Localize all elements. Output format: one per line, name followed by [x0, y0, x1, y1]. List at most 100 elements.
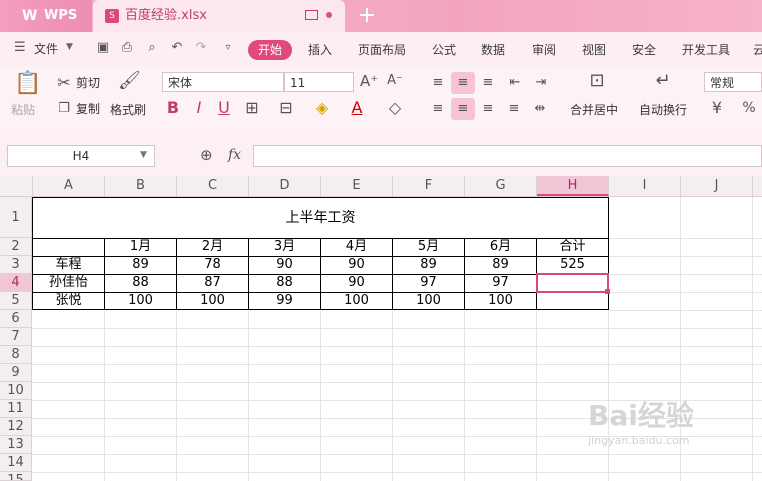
value-cell[interactable]: 100	[105, 292, 176, 310]
row-header[interactable]: 10	[0, 382, 32, 400]
increase-indent-icon[interactable]: ⇥	[533, 74, 549, 92]
new-tab-plus-icon[interactable]: +	[349, 2, 385, 30]
formula-input[interactable]	[253, 145, 762, 167]
name-cell[interactable]: 张悦	[33, 292, 104, 310]
tab-data[interactable]: 数据	[481, 42, 505, 58]
header-cell[interactable]: 合计	[537, 238, 608, 256]
cell-style-icon[interactable]: ⊟	[277, 99, 295, 117]
active-cell-selection[interactable]	[536, 273, 609, 293]
align-top-icon[interactable]: ≡	[431, 74, 445, 92]
column-header[interactable]: B	[105, 176, 177, 196]
justify-icon[interactable]: ≡	[507, 100, 521, 118]
column-header[interactable]: D	[249, 176, 321, 196]
header-cell[interactable]: 5月	[393, 238, 464, 256]
underline-icon[interactable]: U	[217, 99, 231, 117]
row-header[interactable]: 15	[0, 472, 32, 481]
name-box[interactable]: H4	[7, 145, 155, 167]
align-center-icon[interactable]: ≡	[456, 100, 470, 118]
paste-icon[interactable]: 📋	[14, 72, 41, 96]
header-cell[interactable]: 6月	[465, 238, 536, 256]
zoom-search-icon[interactable]: ⊕	[200, 146, 213, 164]
italic-icon[interactable]: I	[192, 99, 206, 117]
row-header[interactable]: 13	[0, 436, 32, 454]
decrease-font-icon[interactable]: A⁻	[386, 72, 404, 90]
column-header[interactable]: G	[465, 176, 537, 196]
tab-security[interactable]: 安全	[632, 42, 656, 58]
select-all-corner[interactable]	[0, 176, 33, 196]
column-header[interactable]: F	[393, 176, 465, 196]
format-painter-button[interactable]: 格式刷	[110, 103, 146, 117]
cut-button[interactable]: 剪切	[76, 76, 100, 90]
header-cell[interactable]: 3月	[249, 238, 320, 256]
copy-button[interactable]: 复制	[76, 102, 100, 116]
font-name-select[interactable]: 宋体	[162, 72, 284, 92]
font-size-select[interactable]: 11	[284, 72, 354, 92]
value-cell[interactable]: 97	[465, 274, 536, 292]
percent-icon[interactable]: %	[740, 99, 758, 117]
number-format-select[interactable]: 常规	[704, 72, 762, 92]
distributed-icon[interactable]: ⇹	[531, 100, 549, 118]
align-right-icon[interactable]: ≡	[481, 100, 495, 118]
value-cell[interactable]: 88	[249, 274, 320, 292]
column-header[interactable]: E	[321, 176, 393, 196]
column-header-selected[interactable]: H	[537, 176, 609, 196]
bold-icon[interactable]: B	[166, 99, 180, 117]
increase-font-icon[interactable]: A⁺	[360, 72, 378, 90]
font-color-icon[interactable]: A	[349, 99, 365, 117]
value-cell[interactable]: 89	[105, 256, 176, 274]
decrease-indent-icon[interactable]: ⇤	[507, 74, 523, 92]
column-header[interactable]: J	[681, 176, 753, 196]
row-header[interactable]: 9	[0, 364, 32, 382]
row-header[interactable]: 12	[0, 418, 32, 436]
header-cell[interactable]: 2月	[177, 238, 248, 256]
fill-handle[interactable]	[605, 289, 610, 294]
wrap-text-icon[interactable]: ↵	[651, 72, 675, 90]
row-header[interactable]: 8	[0, 346, 32, 364]
value-cell[interactable]: 100	[465, 292, 536, 310]
row-header[interactable]: 11	[0, 400, 32, 418]
tab-cloud[interactable]: 云	[753, 42, 762, 58]
value-cell[interactable]: 78	[177, 256, 248, 274]
value-cell[interactable]: 87	[177, 274, 248, 292]
value-cell[interactable]: 90	[321, 274, 392, 292]
name-cell[interactable]: 车程	[33, 256, 104, 274]
format-painter-icon[interactable]: 🖌	[118, 72, 141, 90]
name-cell[interactable]: 孙佳怡	[33, 274, 104, 292]
merge-center-button[interactable]: 合并居中	[570, 103, 618, 117]
value-cell[interactable]: 97	[393, 274, 464, 292]
borders-icon[interactable]: ⊞	[243, 99, 261, 117]
customize-icon[interactable]: ▿	[221, 41, 235, 55]
value-cell[interactable]: 100	[177, 292, 248, 310]
value-cell[interactable]: 89	[465, 256, 536, 274]
monitor-icon[interactable]	[305, 10, 318, 20]
document-tab[interactable]: S 百度经验.xlsx	[93, 0, 345, 32]
row-header[interactable]: 5	[0, 292, 32, 310]
chevron-down-icon[interactable]: ▼	[66, 42, 73, 52]
tab-start[interactable]: 开始	[248, 40, 292, 60]
tab-view[interactable]: 视图	[582, 42, 606, 58]
column-header[interactable]: I	[609, 176, 681, 196]
clear-format-icon[interactable]: ◇	[386, 99, 404, 117]
wrap-text-button[interactable]: 自动换行	[639, 103, 687, 117]
row-header[interactable]: 7	[0, 328, 32, 346]
fill-color-icon[interactable]: ◈	[313, 99, 331, 117]
tab-formulas[interactable]: 公式	[432, 42, 456, 58]
row-header[interactable]: 14	[0, 454, 32, 472]
value-cell[interactable]: 88	[105, 274, 176, 292]
undo-icon[interactable]: ↶	[170, 41, 184, 55]
column-header[interactable]: A	[33, 176, 105, 196]
tab-review[interactable]: 审阅	[532, 42, 556, 58]
name-box-chevron-icon[interactable]: ▼	[140, 150, 147, 160]
value-cell[interactable]: 99	[249, 292, 320, 310]
scissors-icon[interactable]: ✂	[56, 74, 72, 92]
fx-icon[interactable]: fx	[228, 147, 241, 163]
currency-icon[interactable]: ¥	[708, 99, 726, 117]
value-cell[interactable]: 90	[321, 256, 392, 274]
total-cell[interactable]: 525	[537, 256, 608, 274]
row-header[interactable]: 6	[0, 310, 32, 328]
align-middle-icon[interactable]: ≡	[456, 74, 470, 92]
save-icon[interactable]: ▣	[96, 41, 110, 55]
header-cell[interactable]: 1月	[105, 238, 176, 256]
print-preview-icon[interactable]: ⌕	[145, 41, 159, 55]
sheet-title[interactable]: 上半年工资	[33, 208, 608, 228]
